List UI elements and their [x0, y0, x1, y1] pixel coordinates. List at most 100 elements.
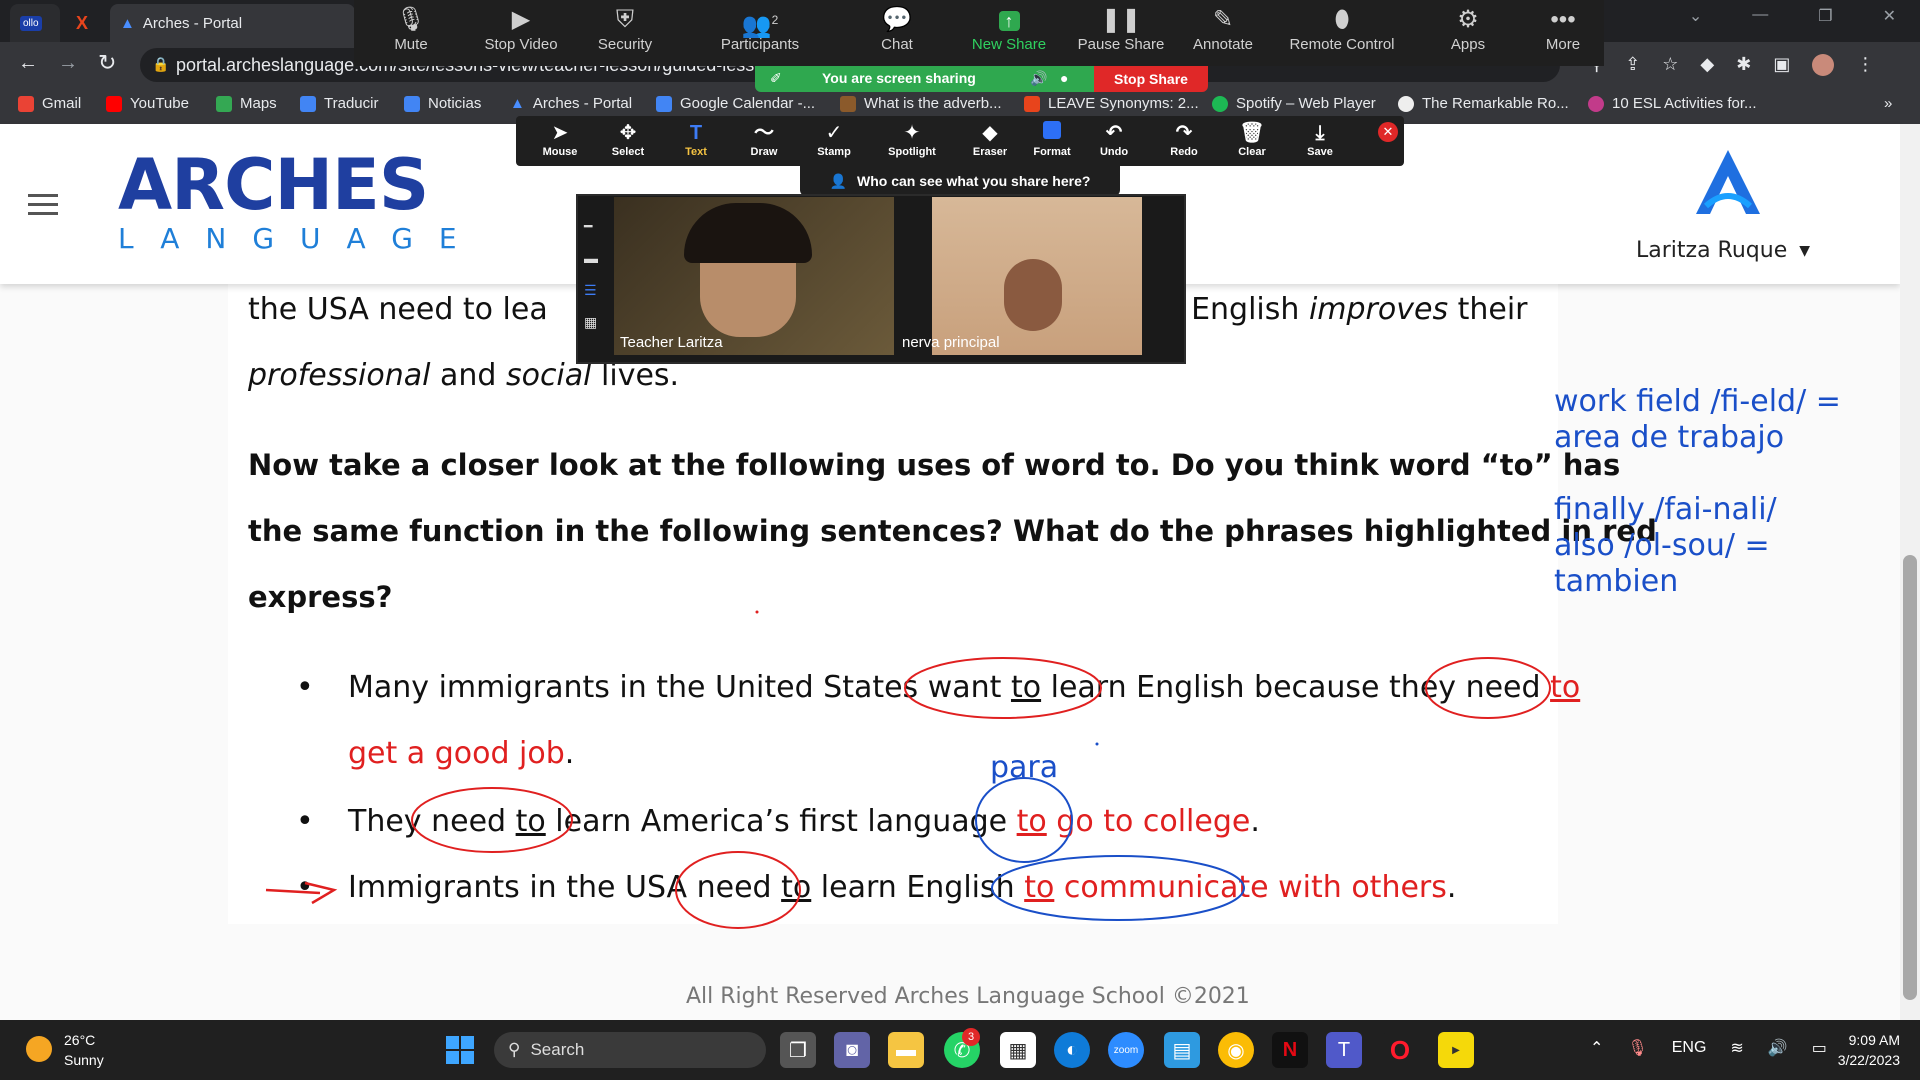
bookmark-maps[interactable]: Maps: [216, 95, 277, 112]
wifi-icon[interactable]: ≋: [1730, 1038, 1743, 1058]
bookmark-gmail[interactable]: Gmail: [18, 95, 81, 112]
clock[interactable]: 9:09 AM 3/22/2023: [1820, 1030, 1900, 1070]
forward-icon[interactable]: →: [58, 52, 78, 75]
who-can-see-button[interactable]: 👤 Who can see what you share here?: [800, 166, 1120, 196]
windows-start-icon[interactable]: [446, 1036, 474, 1064]
tool-undo[interactable]: ↶ Undo: [1080, 120, 1148, 158]
teams-icon[interactable]: T: [1326, 1032, 1362, 1068]
teams-chat-icon[interactable]: ◙: [834, 1032, 870, 1068]
netflix-icon[interactable]: N: [1272, 1032, 1308, 1068]
zoom-participants-button[interactable]: 👥2 Participants: [700, 4, 820, 53]
zoom-app-icon[interactable]: zoom: [1108, 1032, 1144, 1068]
bookmark-adverb[interactable]: What is the adverb...: [840, 95, 1002, 112]
trash-icon: 🗑: [1239, 122, 1265, 144]
single-view-icon[interactable]: ▬: [584, 242, 598, 274]
bookmark-spotify[interactable]: Spotify – Web Player: [1212, 95, 1376, 112]
puzzle-extensions-icon[interactable]: ✱: [1736, 54, 1751, 76]
extension-icon[interactable]: ◆: [1700, 54, 1714, 76]
edge-icon[interactable]: ◐: [1054, 1032, 1090, 1068]
minimize-video-icon[interactable]: ━: [584, 210, 598, 242]
zoom-security-button[interactable]: ⛨ Security: [570, 4, 680, 53]
zoom-pause-share-button[interactable]: ❚❚ Pause Share: [1066, 4, 1176, 53]
face-placeholder: [1004, 259, 1062, 331]
window-controls: ⌄ — ❐ ✕: [1689, 6, 1920, 36]
browser-menu-icon[interactable]: ⋮: [1856, 54, 1874, 76]
zoom-remote-control-button[interactable]: ⬮ Remote Control: [1282, 4, 1402, 53]
scrollbar-thumb[interactable]: [1903, 555, 1917, 1000]
side-panel-icon[interactable]: ▣: [1773, 54, 1790, 76]
question-line-2: the same function in the following sente…: [248, 514, 1657, 548]
tool-draw[interactable]: 〜 Draw: [730, 120, 798, 158]
calendar-icon: [656, 95, 672, 112]
weather-widget[interactable]: 26°C Sunny: [64, 1030, 104, 1070]
zoom-chat-button[interactable]: 💬 Chat: [842, 4, 952, 53]
logo-language: LANGUAGE: [118, 222, 483, 255]
microsoft-store-icon[interactable]: ▦: [1000, 1032, 1036, 1068]
bookmark-arches-portal[interactable]: ▲ Arches - Portal: [510, 95, 632, 112]
participant-video-teacher[interactable]: Teacher Laritza: [614, 197, 894, 355]
magic-wand-icon: ✦: [903, 122, 921, 144]
tool-eraser[interactable]: ◆ Eraser: [956, 120, 1024, 158]
opera-icon[interactable]: O: [1382, 1032, 1418, 1068]
tool-text[interactable]: T Text: [662, 120, 730, 158]
tool-clear[interactable]: 🗑 Clear: [1218, 120, 1286, 158]
tool-spotlight[interactable]: ✦ Spotlight: [878, 120, 946, 158]
mouse-icon: ⬮: [1334, 6, 1350, 33]
minimize-icon[interactable]: —: [1752, 6, 1768, 36]
undo-icon: ↶: [1105, 122, 1123, 144]
close-annotation-icon[interactable]: ✕: [1378, 122, 1398, 142]
tray-chevron-icon[interactable]: ⌃: [1590, 1038, 1603, 1058]
share-page-icon[interactable]: ⇪: [1625, 54, 1640, 76]
tab-ollo[interactable]: ollo: [10, 4, 60, 42]
zoom-apps-button[interactable]: ⚙ Apps: [1413, 4, 1523, 53]
taskbar-search-box[interactable]: ⚲ Search: [494, 1032, 766, 1068]
tool-save[interactable]: ⤓ Save: [1286, 120, 1354, 158]
bookmark-youtube[interactable]: YouTube: [106, 95, 189, 112]
tool-select[interactable]: ✥ Select: [594, 120, 662, 158]
tab-x[interactable]: X: [66, 4, 110, 42]
user-menu[interactable]: Laritza Ruque ▼: [1636, 238, 1810, 263]
zoom-annotate-button[interactable]: ✎ Annotate: [1168, 4, 1278, 53]
maximize-icon[interactable]: ❐: [1818, 6, 1832, 36]
reload-icon[interactable]: ↻: [98, 50, 116, 76]
bookmark-remarkable[interactable]: The Remarkable Ro...: [1398, 95, 1569, 112]
calculator-icon[interactable]: ▤: [1164, 1032, 1200, 1068]
zoom-mute-button[interactable]: 🎙 Mute: [356, 4, 466, 53]
speaker-icon: 🔊: [1030, 70, 1048, 86]
bookmark-traducir[interactable]: Traducir: [300, 95, 378, 112]
bookmark-star-icon[interactable]: ☆: [1662, 54, 1678, 76]
bookmark-noticias[interactable]: Noticias: [404, 95, 481, 112]
bookmarks-overflow-icon[interactable]: »: [1884, 95, 1892, 112]
chrome-icon[interactable]: ◉: [1218, 1032, 1254, 1068]
logo-arches: ARCHES: [118, 144, 429, 226]
close-window-icon[interactable]: ✕: [1883, 6, 1896, 36]
gallery-view-icon[interactable]: ▦: [584, 306, 598, 338]
tool-format[interactable]: Format: [1018, 120, 1086, 158]
tool-mouse[interactable]: ➤ Mouse: [526, 120, 594, 158]
task-view-icon[interactable]: ❐: [780, 1032, 816, 1068]
tab-search-chevron-icon[interactable]: ⌄: [1689, 6, 1702, 36]
participant-video-principal[interactable]: nerva principal: [896, 197, 1180, 355]
bookmark-esl-activities[interactable]: 10 ESL Activities for...: [1588, 95, 1757, 112]
hamburger-menu-icon[interactable]: [28, 194, 58, 215]
volume-icon[interactable]: 🔊: [1768, 1038, 1788, 1058]
zoom-stop-video-button[interactable]: ▶ Stop Video: [466, 4, 576, 53]
profile-avatar[interactable]: [1812, 54, 1835, 76]
stop-share-button[interactable]: Stop Share: [1094, 66, 1208, 92]
player-app-icon[interactable]: ▶: [1438, 1032, 1474, 1068]
strip-view-icon[interactable]: ☰: [584, 274, 598, 306]
bookmark-google-calendar[interactable]: Google Calendar -...: [656, 95, 815, 112]
sun-weather-icon[interactable]: [26, 1036, 52, 1062]
tool-stamp[interactable]: ✓ Stamp: [800, 120, 868, 158]
tab-arches-portal[interactable]: ▲ Arches - Portal: [110, 4, 355, 42]
translate-icon: [300, 95, 316, 112]
back-icon[interactable]: ←: [18, 52, 38, 75]
microphone-tray-icon[interactable]: 🎙: [1627, 1038, 1647, 1058]
tool-redo[interactable]: ↷ Redo: [1150, 120, 1218, 158]
zoom-more-button[interactable]: ••• More: [1508, 4, 1618, 53]
arches-emblem-icon: [1696, 150, 1760, 214]
file-explorer-icon[interactable]: ▬: [888, 1032, 924, 1068]
zoom-new-share-button[interactable]: ↑ New Share: [954, 4, 1064, 53]
pin-icon[interactable]: ✐: [770, 70, 782, 87]
bookmark-leave-synonyms[interactable]: LEAVE Synonyms: 2...: [1024, 95, 1199, 112]
